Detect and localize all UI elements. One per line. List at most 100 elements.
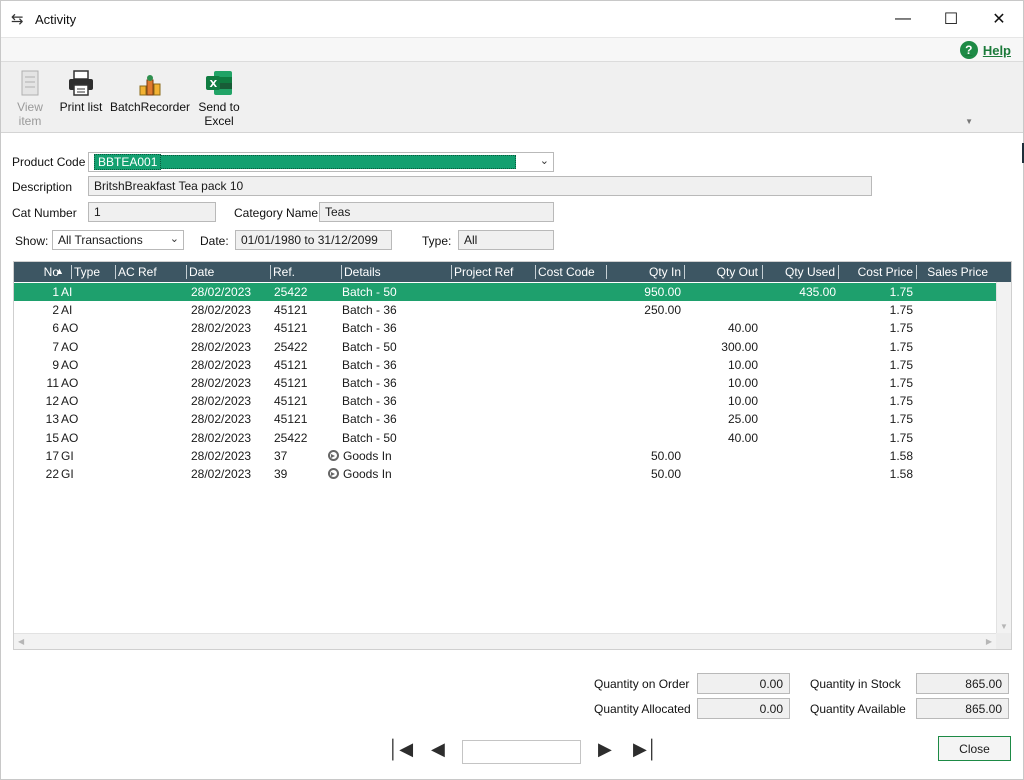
view-item-button[interactable]: View item [13,68,47,128]
toolbar-overflow-icon[interactable]: ▼ [965,117,973,126]
column-separator[interactable] [838,265,839,279]
column-header-type[interactable]: Type [74,265,100,279]
table-row[interactable]: 9 AO 28/02/2023 45121 Batch - 36 10.00 1.75 [14,356,996,374]
help-icon: ? [959,41,978,59]
cell-date: 28/02/2023 [191,357,252,372]
column-header-ac-ref[interactable]: AC Ref [118,265,157,279]
cell-type: AO [61,321,79,336]
cell-details-text: Batch - 36 [342,394,397,409]
printer-icon [59,68,103,96]
goods-in-icon [328,449,339,461]
cell-qty-out: 40.00 [727,430,758,445]
cell-qty-used: 435.00 [799,285,836,299]
cell-no: 1 [52,285,59,299]
horizontal-scrollbar[interactable]: ◀ ▶ [14,633,996,649]
column-header-details[interactable]: Details [344,265,381,279]
table-row[interactable]: 11 AO 28/02/2023 45121 Batch - 36 10.00 1.75 [14,374,996,392]
cell-details-text: Batch - 36 [342,321,397,336]
close-button[interactable]: Close [938,736,1011,761]
scroll-right-icon[interactable]: ▶ [986,637,992,646]
column-header-qty-out[interactable]: Qty Out [687,265,758,279]
cell-details-text: Batch - 36 [342,303,397,318]
table-row[interactable]: 15 AO 28/02/2023 25422 Batch - 50 40.00 1.75 [14,429,996,447]
qty-available-label: Quantity Available [810,702,906,716]
column-header-cost-price[interactable]: Cost Price [841,265,913,279]
chevron-down-icon[interactable]: ⌄ [540,154,549,167]
next-record-icon[interactable]: ▶ [598,739,612,760]
cell-no: 2 [52,303,59,318]
cell-cost-price: 1.75 [889,376,913,390]
maximize-button[interactable]: ☐ [927,1,975,37]
column-separator[interactable] [186,265,187,279]
column-separator[interactable] [115,265,116,279]
scroll-down-icon[interactable]: ▼ [1000,622,1008,631]
cell-cost-price: 1.75 [889,394,913,409]
column-separator[interactable] [451,265,452,279]
column-separator[interactable] [341,265,342,279]
cell-qty-out: 10.00 [727,394,758,409]
view-item-label: View [17,100,43,114]
cell-qty-in: 250.00 [644,303,681,318]
cell-date: 28/02/2023 [191,339,252,354]
last-record-icon[interactable]: ▶│ [633,739,658,760]
column-header-cost-code[interactable]: Cost Code [538,265,595,279]
record-field[interactable] [462,740,581,764]
product-code-label: Product Code [12,155,86,169]
column-header-date[interactable]: Date [189,265,214,279]
close-window-button[interactable]: ✕ [975,1,1023,37]
cell-date: 28/02/2023 [191,412,252,427]
first-record-icon[interactable]: │◀ [388,739,413,760]
table-row[interactable]: 13 AO 28/02/2023 45121 Batch - 36 25.00 1.75 [14,410,996,428]
qty-in-stock-field: 865.00 [916,673,1009,694]
cell-cost-price: 1.75 [889,412,913,427]
cell-details-text: Batch - 50 [342,285,397,299]
product-code-combo[interactable]: BBTEA001 ⌄ [88,152,554,172]
chevron-down-icon[interactable]: ⌄ [170,232,179,245]
table-row[interactable]: 7 AO 28/02/2023 25422 Batch - 50 300.00 1.75 [14,338,996,356]
previous-record-icon[interactable]: ◀ [431,739,445,760]
column-separator[interactable] [684,265,685,279]
cell-qty-in: 950.00 [644,285,681,299]
vertical-scrollbar[interactable]: ▼ [996,282,1011,633]
goods-in-icon [328,468,339,479]
minimize-button[interactable]: — [879,1,927,37]
table-row[interactable]: 22 GI 28/02/2023 39 Goods In 50.00 1.58 [14,465,996,483]
table-row[interactable]: 12 AO 28/02/2023 45121 Batch - 36 10.00 1.75 [14,392,996,410]
cell-date: 28/02/2023 [191,285,252,299]
help-link[interactable]: ? Help [959,41,1011,59]
column-header-ref[interactable]: Ref. [273,265,295,279]
batch-recorder-button[interactable]: BatchRecorder [109,68,191,114]
batch-recorder-icon [109,68,191,96]
column-header-project-ref[interactable]: Project Ref [454,265,513,279]
cell-cost-price: 1.75 [889,357,913,372]
column-separator[interactable] [762,265,763,279]
column-separator[interactable] [606,265,607,279]
table-row[interactable]: 6 AO 28/02/2023 45121 Batch - 36 40.00 1.75 [14,319,996,337]
cell-date: 28/02/2023 [191,448,252,463]
table-row[interactable]: 2 AI 28/02/2023 45121 Batch - 36 250.00 1.75 [14,301,996,319]
column-separator[interactable] [270,265,271,279]
show-dropdown[interactable]: All Transactions ⌄ [52,230,184,250]
column-separator[interactable] [71,265,72,279]
column-header-no[interactable]: No [24,265,59,279]
column-separator[interactable] [535,265,536,279]
cell-type: AO [61,339,79,354]
table-row[interactable]: 1 AI 28/02/2023 25422 Batch - 50 950.00 435.00… [14,283,996,301]
cell-qty-out: 300.00 [721,339,758,354]
cell-qty-out: 25.00 [727,412,758,427]
cell-qty-out: 10.00 [727,357,758,372]
help-bar: ? Help [1,37,1023,61]
column-separator[interactable] [916,265,917,279]
send-to-excel-button[interactable]: X Send to Excel [197,68,241,128]
print-list-button[interactable]: Print list [59,68,103,114]
column-header-qty-used[interactable]: Qty Used [765,265,835,279]
cell-details: Batch - 36 [328,321,448,335]
column-header-sales-price[interactable]: Sales Price [919,265,988,279]
scroll-left-icon[interactable]: ◀ [18,637,24,646]
table-row[interactable]: 17 GI 28/02/2023 37 Goods In 50.00 1.58 [14,447,996,465]
column-header-qty-in[interactable]: Qty In [610,265,681,279]
date-range-field[interactable]: 01/01/1980 to 31/12/2099 [235,230,392,250]
cell-no: 11 [46,376,59,390]
type-field[interactable]: All [458,230,554,250]
cell-no: 7 [52,339,59,354]
